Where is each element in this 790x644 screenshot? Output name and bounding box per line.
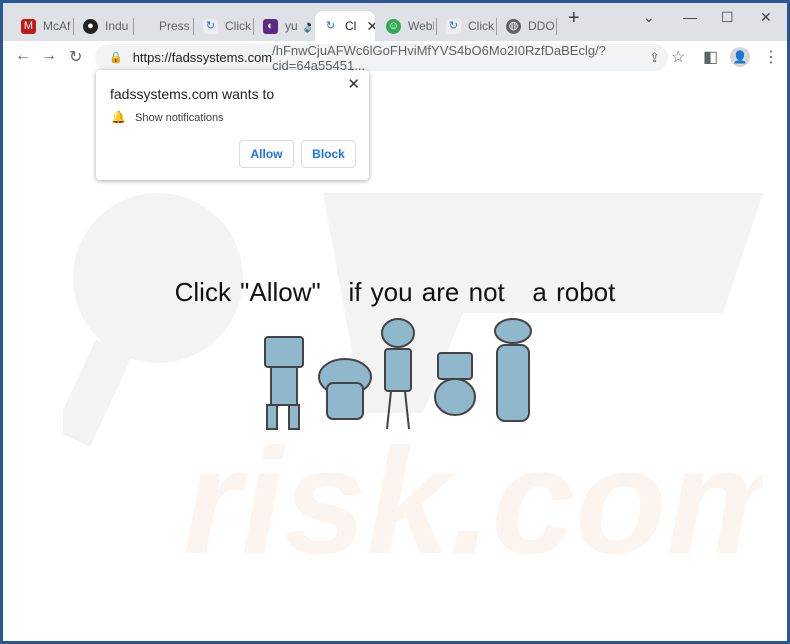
tab-9[interactable]: ◍ DDOS	[498, 11, 554, 41]
minimize-button[interactable]: —	[683, 9, 697, 25]
divider	[436, 18, 437, 35]
edge-refresh-icon: ↻	[203, 18, 218, 34]
divider	[556, 18, 557, 35]
mcafee-icon: M	[21, 18, 36, 34]
watermark-text: risk.com	[183, 417, 763, 573]
robots-illustration	[264, 318, 532, 430]
toolbar: ← → ↻ 🔒 https://fadssystems.com/hFnwCjuA…	[3, 41, 787, 73]
app-icon: ◐	[263, 18, 278, 34]
bell-icon: 🔔	[111, 110, 126, 124]
back-button[interactable]: ←	[15, 47, 31, 65]
tab-8[interactable]: ↻ Click	[438, 11, 494, 41]
tab-label: Click	[468, 19, 494, 33]
side-panel-icon[interactable]: ◧	[703, 47, 718, 67]
close-popup-button[interactable]: ✕	[347, 75, 360, 93]
tab-label: Indu (	[105, 19, 131, 33]
speaker-icon[interactable]: 🔈	[304, 19, 311, 33]
close-window-button[interactable]: ✕	[760, 9, 772, 26]
green-smiley-icon: ☺	[386, 18, 401, 34]
close-tab-icon[interactable]: ✕	[366, 18, 375, 35]
tab-3[interactable]: Press	[151, 11, 191, 41]
reload-button[interactable]: ↻	[69, 47, 82, 67]
maximize-button[interactable]: ☐	[721, 9, 734, 26]
tab-5[interactable]: ◐ yu 🔈	[255, 11, 311, 41]
divider	[193, 18, 194, 35]
headline: Click "Allow" if you are not a robot	[174, 277, 616, 307]
lock-icon: 🔒	[109, 52, 123, 64]
share-icon[interactable]: ⇪	[649, 50, 660, 66]
tab-label: Press	[159, 19, 190, 33]
tab-label: DDOS	[528, 19, 554, 33]
edge-refresh-icon: ↻	[325, 19, 336, 32]
tab-label: Cl	[345, 19, 357, 33]
divider	[73, 18, 74, 35]
tab-label: McAfee	[43, 19, 71, 33]
forward-button[interactable]: →	[41, 47, 57, 65]
permission-label: Show notifications	[135, 112, 224, 124]
tab-label: WebD	[408, 19, 434, 33]
tab-4[interactable]: ↻ Click	[195, 11, 251, 41]
allow-button[interactable]: Allow	[239, 140, 294, 168]
tab-7[interactable]: ☺ WebD	[378, 11, 434, 41]
tab-label: yu	[285, 19, 298, 33]
url-path: /hFnwCjuAFWc6lGoFHviMfYVS4bO6Mo2I0RzfDaB…	[272, 42, 606, 73]
browser-window: M McAfee ● Indu ( Press ↻ Click ◐ yu 🔈 ↻ Cl ✕ ☺…	[3, 3, 787, 641]
divider	[496, 18, 497, 35]
address-bar[interactable]: 🔒 https://fadssystems.com/hFnwCjuAFWc6lG…	[95, 42, 668, 73]
globe-icon: ◍	[506, 18, 521, 34]
tab-6-active[interactable]: ↻ Cl ✕	[315, 11, 375, 41]
popup-title: fadssystems.com wants to	[110, 86, 275, 102]
block-button[interactable]: Block	[301, 140, 356, 168]
profile-avatar[interactable]: 👤	[730, 47, 750, 67]
divider	[133, 18, 134, 35]
tab-2[interactable]: ● Indu (	[75, 11, 131, 41]
tab-label: Click	[225, 19, 251, 33]
url-domain: https://fadssystems.com	[132, 50, 273, 65]
menu-kebab-icon[interactable]: ⋮	[763, 47, 779, 67]
notification-permission-popup: fadssystems.com wants to ✕ 🔔 Show notifi…	[96, 70, 369, 180]
tab-1[interactable]: M McAfee	[13, 11, 71, 41]
tab-strip: M McAfee ● Indu ( Press ↻ Click ◐ yu 🔈 ↻ Cl ✕ ☺…	[3, 3, 787, 41]
bookmark-star-icon[interactable]: ☆	[671, 47, 685, 67]
new-tab-button[interactable]: +	[568, 7, 580, 30]
divider	[253, 18, 254, 35]
tab-search-chevron-icon[interactable]: ⌄	[643, 9, 655, 26]
film-reel-icon: ●	[83, 18, 98, 34]
edge-refresh-icon: ↻	[446, 18, 461, 34]
